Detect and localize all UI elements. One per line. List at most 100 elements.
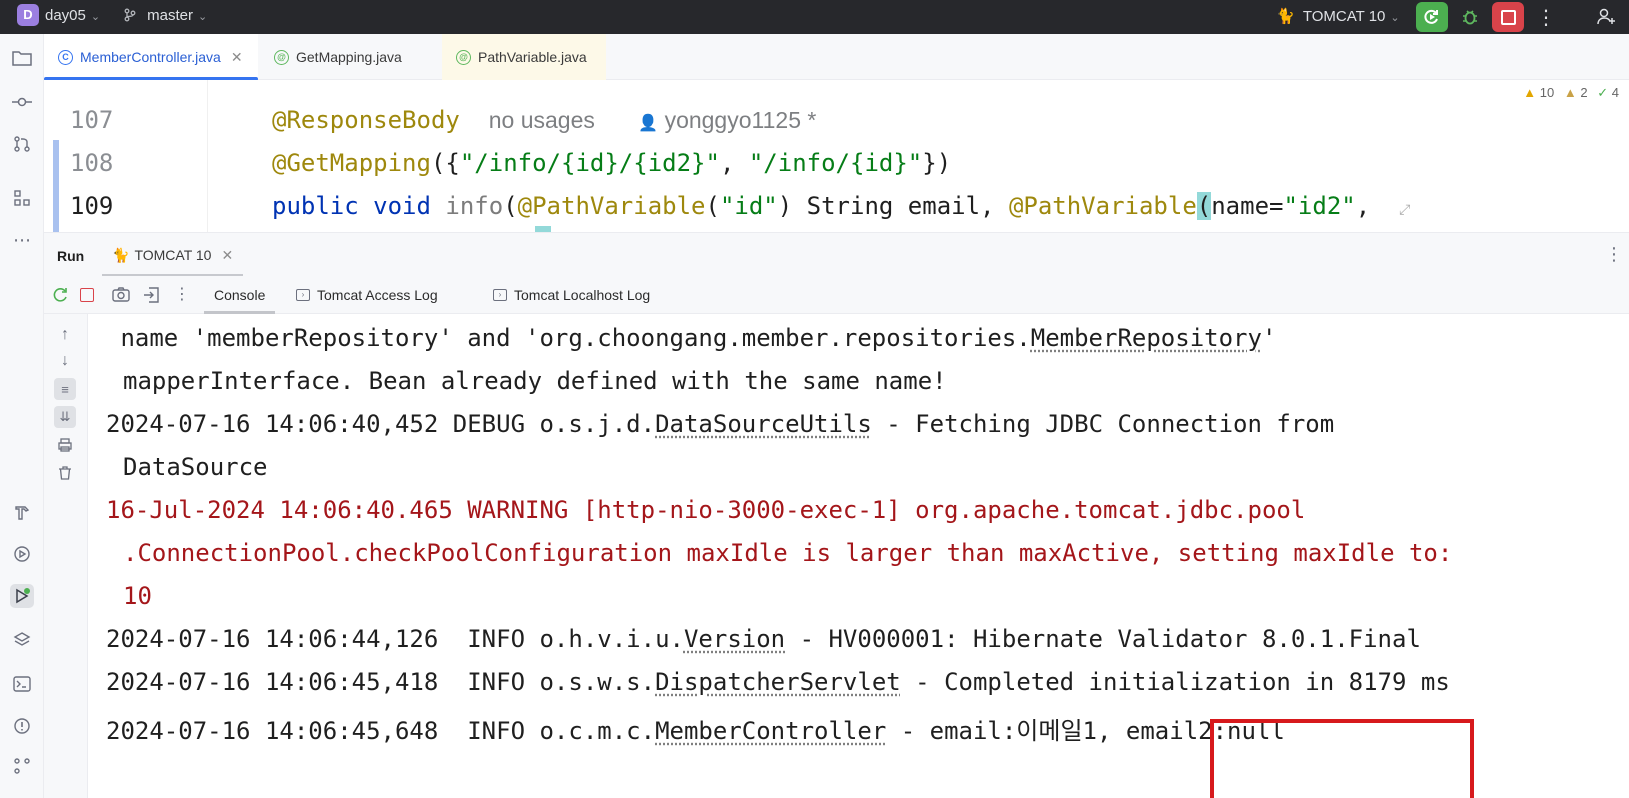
code-token: , (719, 149, 749, 177)
exit-icon[interactable] (142, 286, 160, 309)
console-line: 2024-07-16 14:06:45,648 INFO o.c.m.c.Mem… (106, 711, 1285, 746)
log-text: 2024-07-16 14:06:45,418 INFO o.s.w.s. (106, 668, 656, 696)
annotation-icon: @ (274, 49, 289, 65)
commit-tool-button[interactable] (10, 90, 34, 114)
build-tool-button[interactable] (10, 500, 34, 524)
string-literal: "id2" (1283, 192, 1356, 220)
close-icon[interactable]: ✕ (221, 247, 233, 264)
branch-name: master (147, 7, 194, 24)
code-line-108: @GetMapping({"/info/{id}/{id2}", "/info/… (272, 149, 951, 177)
terminal-tool-button[interactable] (10, 672, 34, 696)
project-tool-button[interactable] (10, 46, 34, 70)
tomcat-icon: 🐈 (1276, 8, 1295, 25)
layers-tool-button[interactable] (10, 628, 34, 652)
author-hint[interactable]: 👤 yonggyo1125 * (638, 107, 816, 133)
tool-window-strip: ⋯ (0, 34, 44, 798)
typo-count: 4 (1611, 85, 1619, 100)
project-selector[interactable]: day05 ⌄ (45, 7, 100, 24)
class-link[interactable]: MemberController (655, 717, 886, 745)
tab-console[interactable]: Console (203, 276, 276, 314)
chevron-down-icon: ⌄ (1390, 12, 1400, 24)
stop-button[interactable] (1492, 2, 1524, 32)
code-token: ({ (430, 149, 460, 177)
title-bar: D day05 ⌄ master ⌄ 🐈 TOMCAT 10 ⌄ ⋮ (0, 0, 1629, 34)
run-config-tab-label: TOMCAT 10 (134, 247, 212, 263)
line-gutter: 107 108 109 (44, 80, 208, 232)
code-token: , (1355, 192, 1371, 220)
tab-membercontroller[interactable]: C MemberController.java ✕ (44, 34, 258, 81)
editor-tabs: C MemberController.java ✕ @ GetMapping.j… (44, 34, 1629, 81)
more-vertical-icon[interactable]: ⋮ (1605, 244, 1623, 265)
annotation-getmapping: @GetMapping (272, 149, 431, 177)
code-token: ( (503, 192, 518, 220)
change-marker[interactable] (53, 140, 59, 232)
string-literal: "/info/{id}/{id2}" (459, 149, 720, 177)
class-link[interactable]: MemberRepository (1031, 324, 1262, 352)
line-number: 107 (70, 106, 114, 134)
chevron-down-icon: ⌄ (198, 11, 208, 23)
more-vertical-icon[interactable]: ⋮ (174, 284, 190, 304)
class-icon: C (58, 49, 73, 65)
log-text: name 'memberRepository' and 'org.choonga… (106, 324, 1031, 352)
tab-label: GetMapping.java (296, 49, 402, 65)
class-link[interactable]: DispatcherServlet (655, 668, 901, 696)
tab-tomcat-access-log[interactable]: › Tomcat Access Log (296, 276, 438, 314)
version-control-tool-button[interactable] (10, 756, 34, 776)
log-icon: › (296, 289, 310, 301)
add-user-button[interactable] (1590, 2, 1622, 32)
folder-icon (12, 51, 32, 66)
weak-warning-count: 2 (1580, 85, 1588, 100)
bug-icon (1463, 10, 1477, 25)
trash-icon[interactable] (54, 462, 76, 484)
code-line-107: @ResponseBody no usages 👤 yonggyo1125 * (272, 106, 816, 134)
git-branch-icon (123, 7, 141, 24)
more-tools-button[interactable]: ⋯ (10, 228, 34, 252)
services-icon (14, 546, 30, 562)
project-badge[interactable]: D (17, 4, 39, 26)
code-token: }) (922, 149, 952, 177)
tab-pathvariable[interactable]: @ PathVariable.java (442, 34, 606, 80)
soft-wrap-icon[interactable]: ≡ (54, 378, 76, 400)
tab-getmapping[interactable]: @ GetMapping.java (260, 34, 442, 80)
print-icon[interactable] (54, 434, 76, 456)
stop-icon[interactable] (80, 288, 94, 302)
inspection-widget[interactable]: ▲ 10 ▲ 2 ✓ 4 (1523, 85, 1619, 101)
structure-tool-button[interactable] (10, 186, 34, 210)
scroll-to-end-icon[interactable]: ⇊ (54, 406, 76, 428)
branch-selector[interactable]: master ⌄ (123, 7, 207, 24)
run-config-selector[interactable]: 🐈 TOMCAT 10 ⌄ (1276, 7, 1400, 25)
arrow-down-icon[interactable]: ↓ (54, 350, 76, 372)
tab-tomcat-localhost-log[interactable]: › Tomcat Localhost Log (493, 276, 650, 314)
run-config-name: TOMCAT 10 (1302, 8, 1386, 25)
rerun-button[interactable] (1416, 2, 1448, 32)
hint-icon[interactable]: ⤢ (1399, 202, 1410, 218)
class-link[interactable]: DataSourceUtils (655, 410, 872, 438)
structure-icon (14, 190, 30, 206)
stop-icon (1500, 9, 1516, 25)
commit-icon (12, 97, 32, 107)
keyword: void (373, 192, 431, 220)
pull-requests-tool-button[interactable] (10, 132, 34, 156)
more-actions-button[interactable]: ⋮ (1530, 2, 1562, 32)
close-icon[interactable]: ✕ (231, 49, 243, 66)
code-editor[interactable]: 107 108 109 ▲ 10 ▲ 2 ✓ 4 @ResponseBody n… (44, 80, 1629, 232)
problems-tool-button[interactable] (10, 714, 34, 738)
console-line: 2024-07-16 14:06:40,452 DEBUG o.s.j.d.Da… (106, 410, 1334, 438)
string-literal: "/info/{id}" (748, 149, 923, 177)
tab-label: PathVariable.java (478, 49, 587, 65)
run-config-tab[interactable]: 🐈 TOMCAT 10 ✕ (102, 233, 244, 277)
class-link[interactable]: Version (684, 625, 785, 653)
usages-hint[interactable]: no usages (489, 107, 595, 133)
debug-button[interactable] (1454, 2, 1486, 32)
services-tool-button[interactable] (10, 542, 34, 566)
rerun-icon[interactable] (52, 286, 70, 309)
chevron-down-icon: ⌄ (90, 11, 101, 23)
run-tool-button[interactable] (10, 584, 34, 608)
user-icon: 👤 (638, 115, 659, 132)
run-panel-header: Run 🐈 TOMCAT 10 ✕ ⋮ (44, 232, 1629, 277)
camera-icon[interactable] (112, 286, 130, 307)
console-warning-line: .ConnectionPool.checkPoolConfiguration m… (123, 539, 1453, 567)
arrow-up-icon[interactable]: ↑ (54, 324, 76, 346)
tab-label: Tomcat Localhost Log (514, 287, 651, 303)
problems-icon (14, 718, 30, 734)
